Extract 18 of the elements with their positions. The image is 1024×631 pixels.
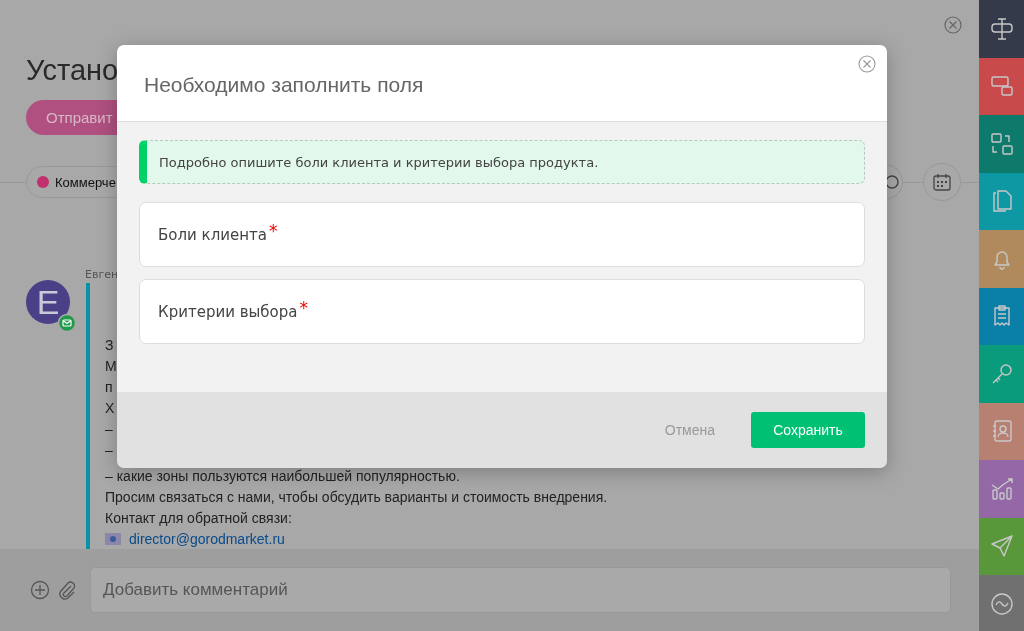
- comment-field[interactable]: Добавить комментарий: [90, 567, 951, 613]
- message-line: Контакт для обратной связи:: [105, 509, 292, 528]
- dialog-title: Необходимо заполнить поля: [144, 73, 424, 97]
- cancel-button[interactable]: Отмена: [658, 421, 721, 439]
- message-line: – какие зоны пользуются наибольшей популярностью.: [105, 467, 460, 486]
- email-link[interactable]: director@gorodmarket.ru: [129, 531, 285, 547]
- message-line: –: [105, 441, 113, 460]
- message-line: М: [105, 357, 117, 376]
- message-line: –: [105, 420, 113, 439]
- page-title: Устано: [26, 54, 119, 87]
- author-name: Евген: [85, 268, 120, 281]
- message-line: Просим связаться с нами, чтобы обсудить варианты и стоимость внедрения.: [105, 488, 608, 507]
- save-button[interactable]: Сохранить: [751, 412, 865, 448]
- message-line: п: [105, 378, 113, 397]
- message-line: З: [105, 336, 114, 355]
- hint-message: Подробно опишите боли клиента и критерии выбора продукта.: [139, 140, 865, 184]
- message-line: Х: [105, 399, 115, 418]
- stage-label: Коммерче: [55, 174, 116, 190]
